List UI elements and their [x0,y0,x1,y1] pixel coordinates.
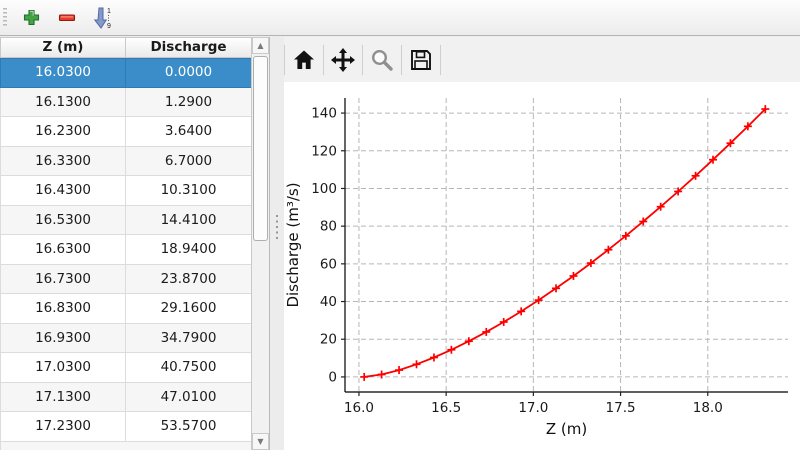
toolbar-grip[interactable] [3,8,7,28]
minus-icon [58,9,76,26]
pan-arrows-icon [330,47,356,73]
z-value-cell[interactable]: 17.1300 [0,383,126,413]
svg-text:9: 9 [107,23,111,30]
z-value-cell[interactable]: 16.4300 [0,176,126,206]
discharge-value-cell[interactable]: 40.7500 [126,353,252,383]
add-row-button[interactable] [17,4,45,32]
discharge-value-cell[interactable]: 3.6400 [126,117,252,147]
x-tick-label: 16.5 [431,400,461,416]
x-tick-label: 18.0 [693,400,723,416]
splitter-handle-icon [276,215,278,239]
plus-icon [23,9,40,26]
rating-curve-chart[interactable]: 16.0 16.5 17.0 17.5 18.0 0 20 40 60 80 100 120 140 Z … [284,82,800,450]
home-icon [292,48,316,72]
z-value-cell[interactable]: 16.8300 [0,294,126,324]
y-tick-label: 60 [320,256,337,272]
table-scrollbar[interactable]: ▲ ▼ [251,37,269,450]
pan-button[interactable] [324,41,362,79]
sort-rows-button[interactable]: 1 9 [89,4,117,32]
discharge-value-cell[interactable]: 47.0100 [126,383,252,413]
table-header: Z (m) Discharge (m³/s) [0,37,269,58]
rating-curve-line [364,109,765,377]
scroll-up-button[interactable]: ▲ [252,37,269,54]
z-value-cell[interactable]: 16.7300 [0,265,126,295]
scrollbar-thumb[interactable] [253,56,268,241]
toolbar-separator [440,45,441,75]
z-value-cell[interactable]: 17.0300 [0,353,126,383]
panel-splitter[interactable] [271,37,284,450]
table-row[interactable]: 16.930034.7900 [0,324,252,354]
rating-table-panel: Z (m) Discharge (m³/s) 16.03000.000016.1… [0,37,270,450]
save-icon [409,48,433,72]
x-tick-label: 17.5 [606,400,636,416]
discharge-value-cell[interactable]: 18.9400 [126,235,252,265]
table-row[interactable]: 17.230053.5700 [0,412,252,442]
z-value-cell[interactable]: 17.2300 [0,412,126,442]
chart-panel: 16.0 16.5 17.0 17.5 18.0 0 20 40 60 80 100 120 140 Z … [284,37,800,450]
discharge-value-cell[interactable]: 29.1600 [126,294,252,324]
column-header-discharge[interactable]: Discharge (m³/s) [126,37,252,58]
z-value-cell[interactable]: 16.3300 [0,147,126,177]
discharge-value-cell[interactable]: 34.7900 [126,324,252,354]
table-body: 16.03000.000016.13001.290016.23003.64001… [0,58,252,450]
y-axis-label: Discharge (m³/s) [284,182,302,307]
main-toolbar: 1 9 [0,0,800,36]
y-tick-label: 0 [328,369,337,385]
table-row[interactable]: 17.130047.0100 [0,383,252,413]
y-tick-label: 20 [320,332,337,348]
magnifier-icon [370,48,394,72]
z-value-cell[interactable]: 16.2300 [0,117,126,147]
svg-text:1: 1 [107,8,111,15]
table-row[interactable]: 16.430010.3100 [0,176,252,206]
x-tick-label: 16.0 [344,400,374,416]
chart-figure: 16.0 16.5 17.0 17.5 18.0 0 20 40 60 80 100 120 140 Z … [284,82,800,450]
z-value-cell[interactable]: 16.5300 [0,206,126,236]
discharge-value-cell[interactable]: 0.0000 [126,58,252,88]
table-row[interactable]: 16.830029.1600 [0,294,252,324]
table-row[interactable]: 16.33006.7000 [0,147,252,177]
discharge-value-cell[interactable]: 10.3100 [126,176,252,206]
table-row[interactable]: 16.730023.8700 [0,265,252,295]
table-row[interactable]: 16.13001.2900 [0,88,252,118]
discharge-value-cell[interactable]: 23.8700 [126,265,252,295]
column-header-z[interactable]: Z (m) [0,37,126,58]
z-value-cell[interactable]: 16.0300 [0,58,126,88]
table-row[interactable]: 16.530014.4100 [0,206,252,236]
table-row[interactable]: 16.03000.0000 [0,58,252,88]
sort-ascending-icon: 1 9 [92,6,114,30]
discharge-value-cell[interactable]: 6.7000 [126,147,252,177]
y-tick-label: 100 [311,181,337,197]
table-row[interactable]: 16.23003.6400 [0,117,252,147]
y-tick-label: 140 [311,106,337,122]
discharge-value-cell[interactable]: 1.2900 [126,88,252,118]
discharge-value-cell[interactable]: 53.5700 [126,412,252,442]
z-value-cell[interactable]: 16.6300 [0,235,126,265]
z-value-cell[interactable]: 16.9300 [0,324,126,354]
x-tick-label: 17.0 [518,400,548,416]
z-value-cell[interactable]: 16.1300 [0,88,126,118]
y-tick-label: 80 [320,219,337,235]
discharge-value-cell[interactable]: 14.4100 [126,206,252,236]
zoom-rect-button[interactable] [363,41,401,79]
home-view-button[interactable] [285,41,323,79]
y-tick-label: 120 [311,143,337,159]
table-row[interactable]: 16.630018.9400 [0,235,252,265]
x-axis-label: Z (m) [546,420,587,438]
remove-row-button[interactable] [53,4,81,32]
save-figure-button[interactable] [402,41,440,79]
partial-row [0,442,252,450]
chart-toolbar [284,37,800,82]
y-tick-label: 40 [320,294,337,310]
table-row[interactable]: 17.030040.7500 [0,353,252,383]
scroll-down-button[interactable]: ▼ [252,433,269,450]
